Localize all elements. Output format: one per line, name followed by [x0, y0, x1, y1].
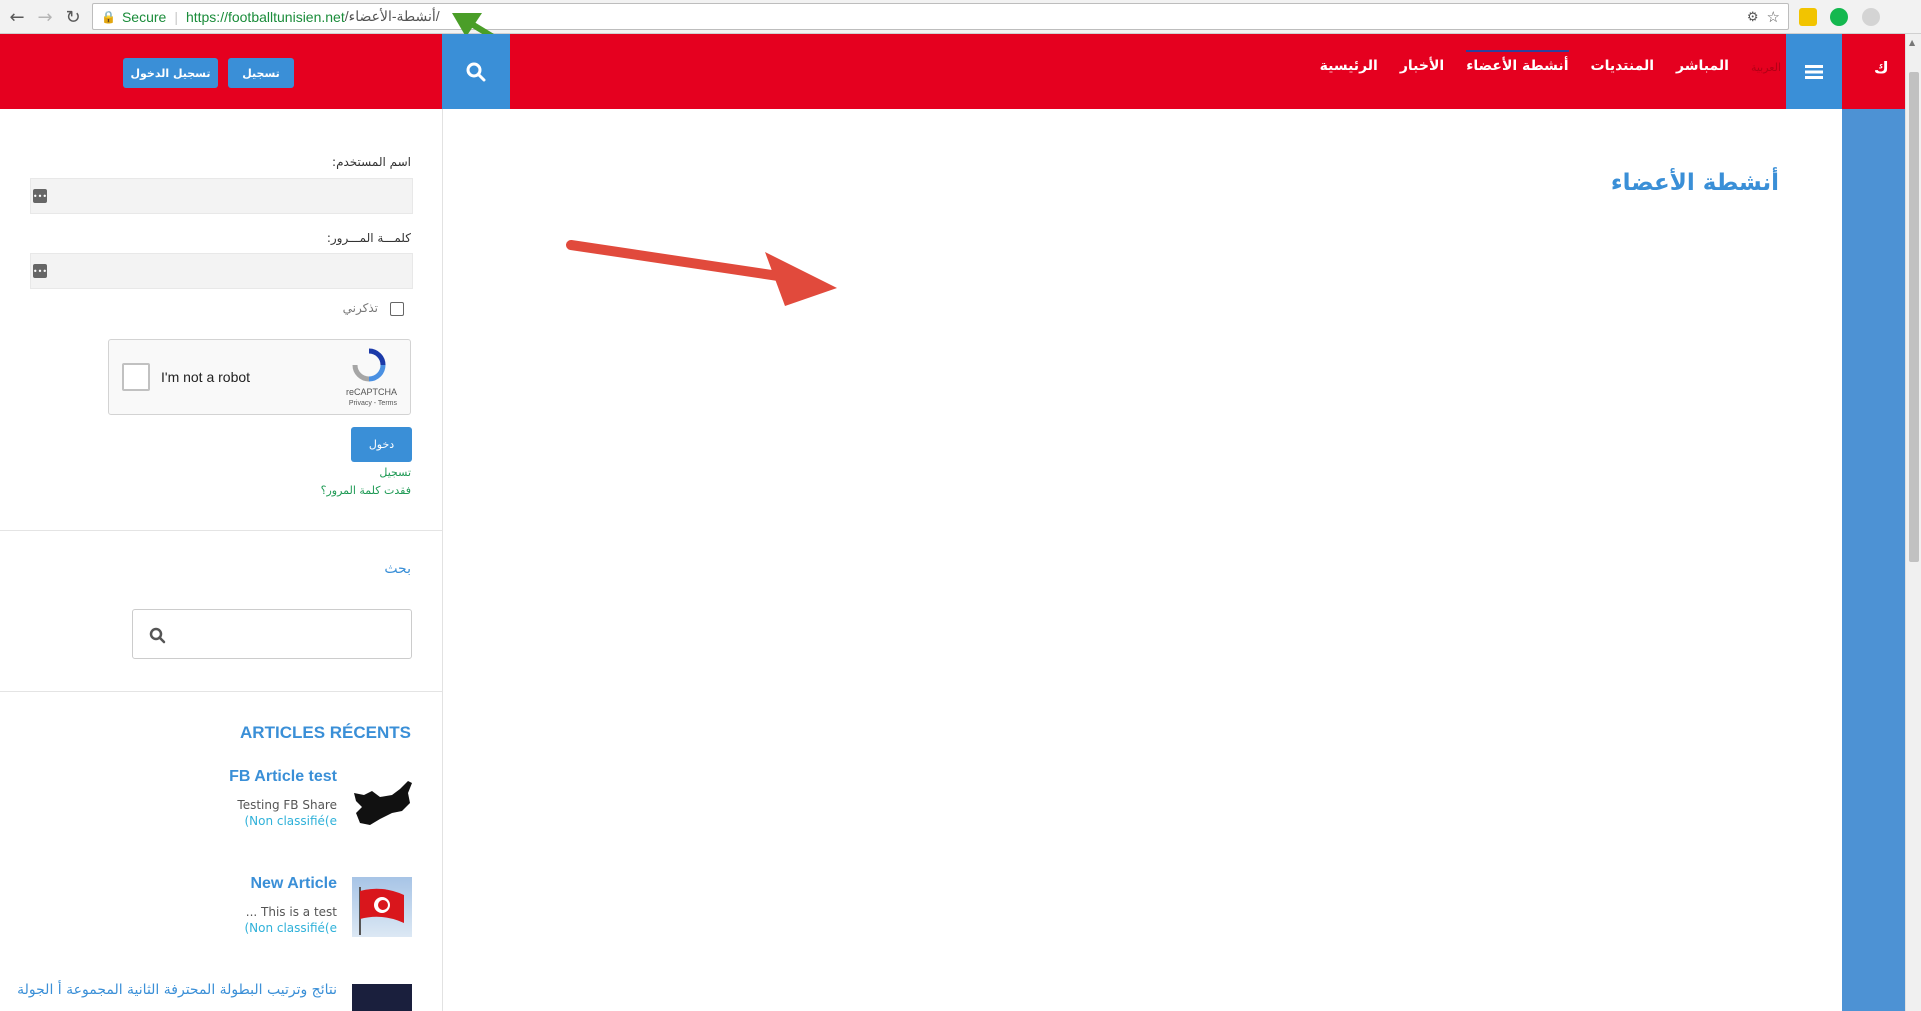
recaptcha-brand: reCAPTCHA: [345, 387, 397, 397]
page-title: أنشطة الأعضاء: [1610, 170, 1779, 196]
translate-icon[interactable]: ⚙: [1747, 9, 1759, 25]
nav-item-member-activity[interactable]: أنشطة الأعضاء: [1466, 50, 1569, 82]
nav-item-live[interactable]: المباشر: [1676, 58, 1729, 82]
grammarly-icon[interactable]: [1830, 8, 1848, 26]
recent-articles-title: ARTICLES RÉCENTS: [240, 723, 411, 742]
header-login-button[interactable]: تسجيل الدخول: [123, 58, 218, 88]
site-logo[interactable]: ك: [1874, 58, 1889, 77]
article-title[interactable]: FB Article test: [229, 768, 337, 786]
register-link[interactable]: تسجيل: [379, 466, 411, 479]
tunisia-flag-icon: [359, 887, 404, 935]
red-annotation-arrow-icon: [566, 240, 837, 306]
hamburger-menu-button[interactable]: [1786, 34, 1842, 109]
nav-item-forums[interactable]: المنتديات: [1591, 58, 1655, 82]
password-manager-icon[interactable]: •••: [33, 189, 47, 203]
hamburger-icon: [1805, 64, 1823, 79]
article-thumbnail[interactable]: [352, 773, 412, 833]
recaptcha-text: I'm not a robot: [161, 369, 251, 385]
sidebar-divider: [0, 530, 442, 531]
reload-icon[interactable]: ↻: [62, 6, 84, 28]
remember-me-label: تذكرني: [342, 301, 378, 315]
header-register-button[interactable]: تسجيل: [228, 58, 294, 88]
recaptcha-checkbox[interactable]: [122, 363, 150, 391]
scroll-up-icon[interactable]: ▲: [1909, 38, 1915, 47]
password-input[interactable]: •••: [30, 253, 413, 289]
url-domain: https://footballtunisien.net: [185, 8, 345, 25]
extension-icon[interactable]: [1799, 8, 1817, 26]
header-search-button[interactable]: [442, 34, 510, 109]
username-input[interactable]: •••: [30, 178, 413, 214]
bookmark-star-icon[interactable]: ☆: [1767, 8, 1780, 26]
search-icon: [149, 627, 166, 644]
secure-label: Secure: [121, 8, 167, 25]
article-title[interactable]: نتائج وترتيب البطولة المحترفة الثانية ال…: [17, 982, 337, 998]
footballer-silhouette-icon: [354, 781, 412, 825]
password-manager-icon[interactable]: •••: [33, 264, 47, 278]
recaptcha-widget: I'm not a robot reCAPTCHA Privacy - Term…: [108, 339, 411, 415]
back-icon[interactable]: ←: [6, 6, 28, 28]
article-category[interactable]: (Non classifié(e: [244, 814, 337, 828]
recaptcha-logo-icon: [352, 348, 386, 382]
article-category[interactable]: (Non classifié(e: [244, 921, 337, 935]
password-label: كلمـــة المـــرور:: [326, 231, 411, 245]
address-bar[interactable]: 🔒 Secure | https://footballtunisien.net …: [92, 3, 1789, 30]
sidebar: اسم المستخدم: ••• كلمـــة المـــرور: •••…: [0, 109, 443, 1011]
right-blue-column: [1842, 109, 1905, 1011]
username-label: اسم المستخدم:: [332, 155, 411, 169]
article-excerpt: Testing FB Share: [237, 798, 337, 812]
sidebar-search-input[interactable]: [132, 609, 412, 659]
url-path: /أنشطة-الأعضاء/: [344, 8, 440, 24]
sidebar-divider: [0, 691, 442, 692]
article-excerpt: ... This is a test: [245, 905, 337, 919]
article-thumbnail[interactable]: [352, 984, 412, 1011]
scroll-thumb[interactable]: [1909, 72, 1919, 562]
lost-password-link[interactable]: فقدت كلمة المرور؟: [321, 484, 411, 497]
article-thumbnail[interactable]: [352, 877, 412, 937]
remember-me-checkbox[interactable]: [390, 302, 404, 316]
article-title[interactable]: New Article: [250, 875, 337, 893]
nav-item-news[interactable]: الأخبار: [1400, 58, 1444, 82]
nav-item-home[interactable]: الرئيسية: [1320, 58, 1378, 82]
forward-icon[interactable]: →: [34, 6, 56, 28]
main-nav: الرئيسية الأخبار أنشطة الأعضاء المنتديات…: [1320, 50, 1781, 82]
extension-gray-icon[interactable]: [1862, 8, 1880, 26]
nav-item-language[interactable]: العربية: [1751, 61, 1781, 82]
page-scrollbar[interactable]: ▲: [1905, 34, 1921, 1011]
search-widget-title: بحث: [384, 561, 411, 577]
login-submit-button[interactable]: دخول: [351, 427, 412, 462]
omnibox-separator: |: [174, 8, 178, 25]
lock-icon: 🔒: [101, 9, 116, 24]
search-icon: [466, 62, 486, 81]
browser-toolbar: ← → ↻ 🔒 Secure | https://footballtunisie…: [0, 0, 1921, 34]
recaptcha-terms[interactable]: Privacy - Terms: [349, 400, 397, 407]
